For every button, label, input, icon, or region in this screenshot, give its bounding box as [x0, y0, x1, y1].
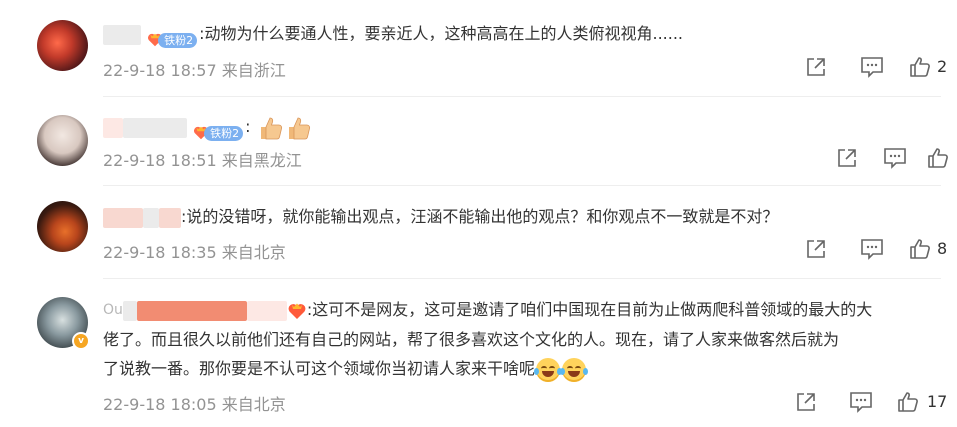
username-redacted[interactable] [123, 117, 187, 138]
share-icon [838, 149, 856, 167]
like-icon [898, 392, 918, 412]
comment-time: 22-9-18 18:57 [103, 61, 217, 80]
username-redacted[interactable] [136, 300, 247, 321]
like-button[interactable] [895, 389, 921, 415]
username-redacted[interactable] [122, 300, 137, 321]
username-redacted[interactable] [159, 207, 181, 228]
thumbs-up-emoji-icon [260, 117, 282, 139]
like-icon [910, 239, 930, 259]
like-button[interactable] [907, 236, 933, 262]
comment-item: v Ou :这可不是网友，这可是邀请了咱们中国现在目前为止做两爬科普领域的最大的大… [0, 279, 957, 427]
verified-badge-icon: v [72, 332, 90, 350]
share-icon [807, 58, 825, 76]
comment-button[interactable] [859, 54, 885, 80]
fan-badge[interactable]: 铁粉2 [192, 118, 244, 141]
username-prefix[interactable]: Ou [103, 302, 123, 318]
comment-body: :说的没错呀，就你能输出观点，汪涵不能输出他的观点？和你观点不一致就是不对？ [103, 202, 778, 231]
fan-badge-label: 铁粉2 [158, 32, 198, 48]
comment-icon [850, 392, 872, 413]
comment-body: 铁粉2 :动物为什么要通人性，要亲近人，这种高高在上的人类俯视视角...... [103, 19, 683, 48]
username-redacted[interactable] [143, 207, 159, 228]
avatar[interactable] [37, 201, 88, 252]
comment-meta: 22-9-18 18:35 来自北京 [103, 239, 286, 263]
comment-icon [861, 239, 883, 260]
like-count: 17 [927, 392, 948, 411]
share-button[interactable] [803, 236, 829, 262]
laughing-tears-emoji-icon [560, 357, 589, 382]
share-button[interactable] [793, 389, 819, 415]
share-icon [807, 240, 825, 258]
comment-text: :说的没错呀，就你能输出观点，汪涵不能输出他的观点？和你观点不一致就是不对？ [181, 207, 779, 226]
comment-meta: 22-9-18 18:05 来自北京 [103, 391, 286, 415]
comment-icon [861, 57, 883, 78]
comment-source: 来自浙江 [221, 61, 286, 80]
comment-text: 佬了。而且很久以前他们还有自己的网站，帮了很多喜欢这个文化的人。现在，请了人家来… [103, 330, 840, 349]
comment-source: 来自北京 [221, 243, 286, 262]
like-icon [928, 148, 948, 168]
username-redacted[interactable] [103, 207, 143, 228]
comment-text: :这可不是网友，这可是邀请了咱们中国现在目前为止做两爬科普领域的最大的大 [306, 300, 873, 319]
like-button[interactable] [925, 145, 951, 171]
comment-item: :说的没错呀，就你能输出观点，汪涵不能输出他的观点？和你观点不一致就是不对？ 2… [0, 186, 957, 278]
like-icon [910, 57, 930, 77]
username-redacted[interactable] [103, 24, 141, 45]
comment-time: 22-9-18 18:51 [103, 151, 217, 170]
comment-time: 22-9-18 18:35 [103, 243, 217, 262]
comment-meta: 22-9-18 18:51 来自黑龙江 [103, 147, 302, 171]
comment-text: :动物为什么要通人性，要亲近人，这种高高在上的人类俯视视角...... [199, 24, 684, 43]
comment-button[interactable] [848, 389, 874, 415]
fan-heart-icon [288, 303, 306, 319]
share-button[interactable] [803, 54, 829, 80]
like-count: 8 [937, 239, 948, 258]
comment-text: : [245, 117, 251, 136]
comment-icon [884, 148, 906, 169]
share-icon [797, 393, 815, 411]
username-redacted[interactable] [246, 300, 287, 321]
share-button[interactable] [834, 145, 860, 171]
comment-time: 22-9-18 18:05 [103, 395, 217, 414]
comment-source: 来自黑龙江 [221, 151, 302, 170]
comment-button[interactable] [882, 145, 908, 171]
thumbs-up-emoji-icon [288, 117, 310, 139]
laughing-tears-emoji-icon [534, 357, 563, 382]
comment-button[interactable] [859, 236, 885, 262]
comment-source: 来自北京 [221, 395, 286, 414]
comment-body: 铁粉2 : [103, 112, 312, 141]
like-count: 2 [937, 57, 948, 76]
comment-text: 了说教一番。那你要是不认可这个领域你当初请人家来干啥呢 [103, 359, 536, 378]
avatar[interactable] [37, 20, 88, 71]
fan-badge-label: 铁粉2 [204, 125, 244, 141]
avatar[interactable] [37, 115, 88, 166]
like-button[interactable] [907, 54, 933, 80]
comment-body: Ou :这可不是网友，这可是邀请了咱们中国现在目前为止做两爬科普领域的最大的大 佬… [103, 295, 943, 383]
comment-item: 铁粉2 :动物为什么要通人性，要亲近人，这种高高在上的人类俯视视角...... … [0, 0, 957, 95]
comment-item: 铁粉2 : 22-9-18 18:51 来自黑龙江 [0, 97, 957, 185]
fan-badge[interactable]: 铁粉2 [146, 25, 198, 48]
comment-meta: 22-9-18 18:57 来自浙江 [103, 57, 286, 81]
username-redacted[interactable] [103, 117, 123, 138]
